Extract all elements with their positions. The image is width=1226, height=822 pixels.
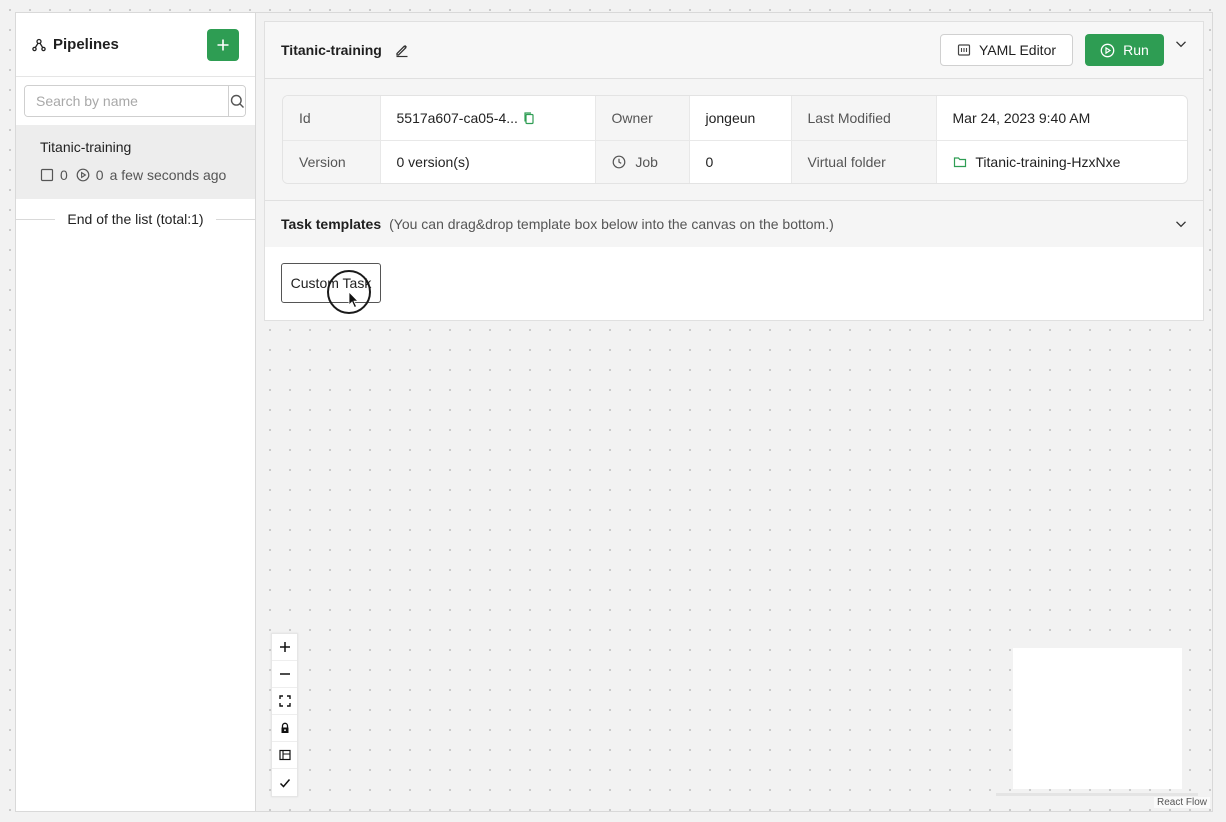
search-icon: [230, 94, 244, 108]
owner-value: jongeun: [689, 96, 792, 141]
add-pipeline-button[interactable]: [207, 28, 239, 61]
virtual-folder-cell[interactable]: Titanic-training-HzxNxe: [936, 140, 1187, 183]
sidebar-header: Pipelines: [16, 13, 255, 77]
sidebar-title: Pipelines: [53, 36, 119, 53]
id-label: Id: [283, 96, 381, 141]
job-count-link[interactable]: 0: [689, 140, 792, 183]
minimap-icon: [278, 749, 291, 761]
minus-icon: [279, 673, 290, 675]
job-label-cell: Job: [595, 140, 690, 183]
zoom-out-button[interactable]: [272, 661, 297, 688]
check-icon: [279, 778, 290, 788]
end-of-list-text: End of the list (total:1): [67, 211, 204, 227]
search-input[interactable]: [25, 86, 228, 116]
zoom-in-button[interactable]: [272, 634, 297, 661]
pipeline-icon: [32, 38, 46, 52]
lock-icon: [281, 722, 288, 733]
fit-view-icon: [278, 695, 291, 707]
end-of-list: End of the list (total:1): [16, 211, 255, 227]
mouse-cursor-icon: [348, 291, 359, 309]
editor-icon: [957, 44, 971, 56]
canvas-scrollbar[interactable]: [996, 793, 1198, 796]
last-modified-value: Mar 24, 2023 9:40 AM: [936, 96, 1187, 141]
minimap-toggle-button[interactable]: [272, 742, 297, 769]
plus-icon: [217, 39, 229, 50]
validate-button[interactable]: [272, 769, 297, 796]
chevron-down-icon[interactable]: [1175, 218, 1187, 230]
table-row: Version 0 version(s) Job 0 Virtual folde…: [283, 140, 1187, 183]
pipelines-sidebar: Pipelines Titanic-training 0 0 a few sec…: [16, 13, 256, 811]
owner-label: Owner: [595, 96, 690, 141]
task-count: 0: [60, 167, 68, 183]
search-box: [24, 85, 246, 117]
clock-icon: [612, 155, 626, 169]
plus-icon: [279, 642, 290, 652]
search-button[interactable]: [228, 86, 245, 116]
task-templates-hint: (You can drag&drop template box below in…: [389, 216, 834, 232]
pipeline-header: Titanic-training YAML Editor Run: [264, 21, 1204, 79]
virtual-folder-label: Virtual folder: [791, 140, 937, 183]
id-cell: 5517a607-ca05-4...: [380, 96, 596, 141]
run-button[interactable]: Run: [1085, 34, 1164, 66]
fit-view-button[interactable]: [272, 688, 297, 715]
version-label: Version: [283, 140, 381, 183]
canvas-controls: [271, 633, 298, 797]
edit-icon[interactable]: [394, 42, 410, 58]
task-templates-body: Custom Task: [264, 247, 1204, 321]
play-circle-icon: [1100, 43, 1115, 57]
virtual-folder-link[interactable]: Titanic-training-HzxNxe: [975, 154, 1120, 170]
pipeline-title: Titanic-training: [281, 42, 382, 58]
canvas-minimap[interactable]: [1013, 648, 1182, 789]
chevron-down-icon[interactable]: [1175, 38, 1187, 50]
last-modified-label: Last Modified: [791, 96, 937, 141]
version-link[interactable]: 0 version(s): [380, 140, 596, 183]
run-count: 0: [95, 167, 104, 183]
task-templates-title: Task templates: [281, 216, 382, 232]
yaml-editor-button[interactable]: YAML Editor: [940, 34, 1073, 66]
react-flow-attribution[interactable]: React Flow: [1154, 797, 1211, 808]
divider: [16, 218, 56, 220]
play-circle-icon: [76, 168, 90, 182]
run-label: Run: [1123, 42, 1149, 58]
modified-time: a few seconds ago: [109, 167, 227, 183]
pipeline-meta: 0 0 a few seconds ago: [40, 167, 231, 183]
table-row: Id 5517a607-ca05-4... Owner jongeun Last…: [283, 96, 1187, 141]
folder-icon: [953, 155, 967, 169]
divider: [215, 218, 255, 220]
checkbox-icon: [40, 168, 54, 182]
yaml-editor-label: YAML Editor: [978, 42, 1057, 58]
task-templates-header[interactable]: Task templates (You can drag&drop templa…: [264, 200, 1204, 248]
pipeline-name: Titanic-training: [40, 139, 132, 155]
pipeline-info-section: Id 5517a607-ca05-4... Owner jongeun Last…: [264, 79, 1204, 201]
job-label: Job: [635, 154, 658, 171]
pipeline-info-table: Id 5517a607-ca05-4... Owner jongeun Last…: [282, 95, 1188, 184]
copy-icon[interactable]: [522, 111, 536, 125]
lock-button[interactable]: [272, 715, 297, 742]
list-item[interactable]: Titanic-training 0 0 a few seconds ago: [16, 125, 255, 199]
id-value: 5517a607-ca05-4...: [396, 109, 518, 126]
